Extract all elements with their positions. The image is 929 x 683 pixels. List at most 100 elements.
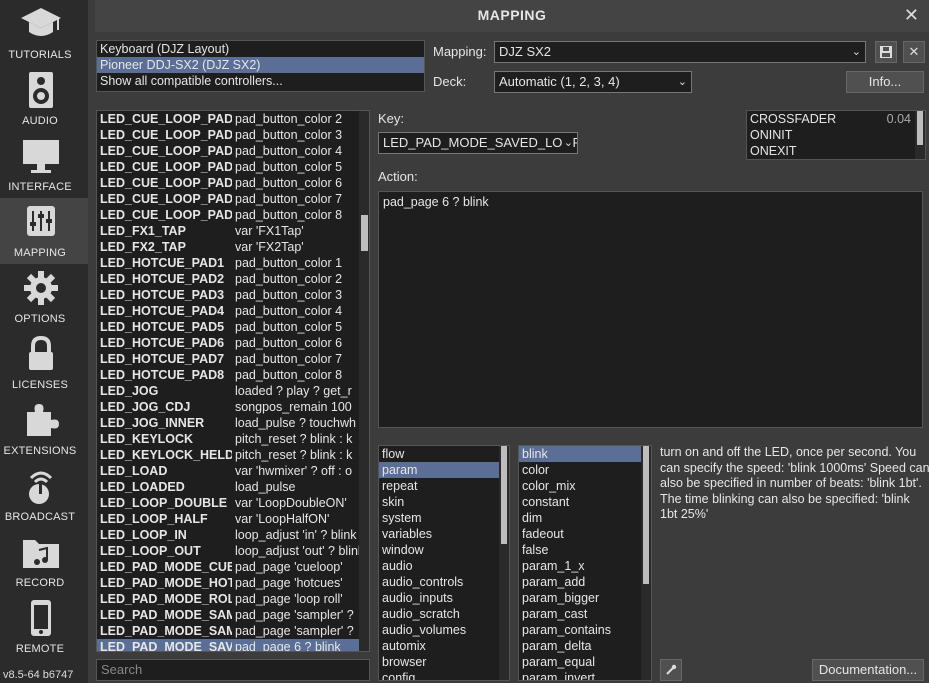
verb-scrollbar[interactable]	[641, 446, 651, 680]
key-row-selected[interactable]: LED_PAD_MODE_SAVED_LOOPpad_page 6 ? blin…	[97, 639, 369, 651]
verb-item[interactable]: fadeout	[519, 526, 651, 542]
trigger-item[interactable]: ONINIT	[747, 127, 925, 143]
key-row[interactable]: LED_LOOP_IN loop_adjust 'in' ? blink	[97, 527, 369, 543]
action-editor[interactable]: pad_page 6 ? blink	[378, 191, 923, 428]
verb-item[interactable]: color	[519, 462, 651, 478]
category-item-selected[interactable]: param	[379, 462, 509, 478]
sidebar-item-remote[interactable]: REMOTE	[0, 594, 88, 660]
category-item[interactable]: system	[379, 510, 509, 526]
key-row[interactable]: LED_PAD_MODE_SAMPLERpad_page 'sampler' ?	[97, 607, 369, 623]
category-item[interactable]: repeat	[379, 478, 509, 494]
scrollbar-thumb[interactable]	[501, 446, 507, 544]
verb-item[interactable]: param_cast	[519, 606, 651, 622]
category-scrollbar[interactable]	[499, 446, 509, 680]
sidebar-item-record[interactable]: RECORD	[0, 528, 88, 594]
controller-item[interactable]: Keyboard (DJZ Layout)	[97, 41, 424, 57]
picker-button[interactable]	[660, 659, 682, 681]
category-item[interactable]: variables	[379, 526, 509, 542]
key-row[interactable]: LED_CUE_LOOP_PAD pad_button_color 2	[97, 111, 369, 127]
sidebar-item-licenses[interactable]: LICENSES	[0, 330, 88, 396]
deck-select[interactable]: Automatic (1, 2, 3, 4) ⌄	[494, 71, 692, 93]
key-row[interactable]: LED_HOTCUE_PAD4 pad_button_color 4	[97, 303, 369, 319]
key-select[interactable]: LED_PAD_MODE_SAVED_LOOP ⌄	[378, 132, 578, 154]
key-action: pad_button_color 3	[235, 128, 343, 142]
key-row[interactable]: LED_HOTCUE_PAD1 pad_button_color 1	[97, 255, 369, 271]
verb-item[interactable]: param_equal	[519, 654, 651, 670]
key-row[interactable]: LED_KEYLOCK_HELD pitch_reset ? blink : k	[97, 447, 369, 463]
verb-item[interactable]: param_bigger	[519, 590, 651, 606]
key-row[interactable]: LED_HOTCUE_PAD7 pad_button_color 7	[97, 351, 369, 367]
key-row[interactable]: LED_LOADED load_pulse	[97, 479, 369, 495]
category-item[interactable]: audio_controls	[379, 574, 509, 590]
key-row[interactable]: LED_HOTCUE_PAD5 pad_button_color 5	[97, 319, 369, 335]
key-row[interactable]: LED_CUE_LOOP_PAD pad_button_color 7	[97, 191, 369, 207]
sidebar-item-tutorials[interactable]: TUTORIALS	[0, 0, 88, 66]
key-row[interactable]: LED_JOG_CDJ songpos_remain 100	[97, 399, 369, 415]
key-row[interactable]: LED_KEYLOCK pitch_reset ? blink : k	[97, 431, 369, 447]
key-row[interactable]: LED_PAD_MODE_SAMPLERpad_page 'sampler' ?	[97, 623, 369, 639]
key-row[interactable]: LED_PAD_MODE_HOTCUEpad_page 'hotcues'	[97, 575, 369, 591]
sidebar-item-extensions[interactable]: EXTENSIONS	[0, 396, 88, 462]
category-item[interactable]: config	[379, 670, 509, 680]
category-item[interactable]: skin	[379, 494, 509, 510]
trigger-item[interactable]: ONEXIT	[747, 143, 925, 159]
key-row[interactable]: LED_HOTCUE_PAD6 pad_button_color 6	[97, 335, 369, 351]
category-item[interactable]: audio	[379, 558, 509, 574]
verb-item[interactable]: dim	[519, 510, 651, 526]
key-row[interactable]: LED_FX1_TAP var 'FX1Tap'	[97, 223, 369, 239]
category-item[interactable]: automix	[379, 638, 509, 654]
delete-mapping-button[interactable]: ✕	[903, 41, 925, 63]
key-row[interactable]: LED_CUE_LOOP_PAD pad_button_color 6	[97, 175, 369, 191]
key-row[interactable]: LED_LOAD var 'hwmixer' ? off : o	[97, 463, 369, 479]
controller-item-selected[interactable]: Pioneer DDJ-SX2 (DJZ SX2)	[97, 57, 424, 73]
verb-item-selected[interactable]: blink	[519, 446, 651, 462]
key-row[interactable]: LED_FX2_TAP var 'FX2Tap'	[97, 239, 369, 255]
trigger-item[interactable]: CROSSFADER 0.04	[747, 111, 925, 127]
verb-item[interactable]: param_invert	[519, 670, 651, 680]
category-item[interactable]: browser	[379, 654, 509, 670]
key-row[interactable]: LED_CUE_LOOP_PAD pad_button_color 8	[97, 207, 369, 223]
info-button[interactable]: Info...	[846, 71, 924, 93]
category-item[interactable]: window	[379, 542, 509, 558]
scrollbar-thumb[interactable]	[361, 215, 368, 251]
key-row[interactable]: LED_CUE_LOOP_PAD pad_button_color 4	[97, 143, 369, 159]
sidebar-item-audio[interactable]: AUDIO	[0, 66, 88, 132]
category-item[interactable]: flow	[379, 446, 509, 462]
verb-item[interactable]: param_delta	[519, 638, 651, 654]
documentation-button[interactable]: Documentation...	[812, 659, 924, 681]
key-row[interactable]: LED_HOTCUE_PAD3 pad_button_color 3	[97, 287, 369, 303]
scrollbar-thumb[interactable]	[643, 446, 649, 584]
category-item[interactable]: audio_volumes	[379, 622, 509, 638]
verb-item[interactable]: param_add	[519, 574, 651, 590]
save-mapping-button[interactable]	[875, 41, 897, 63]
close-button[interactable]: ✕	[904, 5, 919, 26]
trigger-scrollbar[interactable]	[915, 111, 925, 159]
sidebar-item-broadcast[interactable]: BROADCAST	[0, 462, 88, 528]
key-row[interactable]: LED_HOTCUE_PAD8 pad_button_color 8	[97, 367, 369, 383]
controller-item[interactable]: Show all compatible controllers...	[97, 73, 424, 89]
verb-item[interactable]: param_1_x	[519, 558, 651, 574]
key-row[interactable]: LED_PAD_MODE_CUELOOPpad_page 'cueloop'	[97, 559, 369, 575]
key-row[interactable]: LED_JOG_INNER load_pulse ? touchwh	[97, 415, 369, 431]
category-item[interactable]: audio_inputs	[379, 590, 509, 606]
key-row[interactable]: LED_JOG loaded ? play ? get_r	[97, 383, 369, 399]
key-row[interactable]: LED_LOOP_HALF var 'LoopHalfON'	[97, 511, 369, 527]
verb-item[interactable]: param_contains	[519, 622, 651, 638]
verb-item[interactable]: constant	[519, 494, 651, 510]
key-row[interactable]: LED_CUE_LOOP_PAD pad_button_color 5	[97, 159, 369, 175]
scrollbar-thumb[interactable]	[917, 111, 923, 145]
key-row[interactable]: LED_LOOP_DOUBLE var 'LoopDoubleON'	[97, 495, 369, 511]
sidebar-item-interface[interactable]: INTERFACE	[0, 132, 88, 198]
key-row[interactable]: LED_PAD_MODE_ROLL pad_page 'loop roll'	[97, 591, 369, 607]
verb-item[interactable]: false	[519, 542, 651, 558]
search-input[interactable]: Search	[96, 659, 370, 681]
key-list-scrollbar[interactable]	[359, 111, 369, 651]
key-row[interactable]: LED_HOTCUE_PAD2 pad_button_color 2	[97, 271, 369, 287]
mapping-select[interactable]: DJZ SX2 ⌄	[494, 41, 866, 63]
key-row[interactable]: LED_LOOP_OUT loop_adjust 'out' ? blink	[97, 543, 369, 559]
sidebar-item-options[interactable]: OPTIONS	[0, 264, 88, 330]
sidebar-item-mapping[interactable]: MAPPING	[0, 198, 88, 264]
category-item[interactable]: audio_scratch	[379, 606, 509, 622]
verb-item[interactable]: color_mix	[519, 478, 651, 494]
key-row[interactable]: LED_CUE_LOOP_PAD pad_button_color 3	[97, 127, 369, 143]
